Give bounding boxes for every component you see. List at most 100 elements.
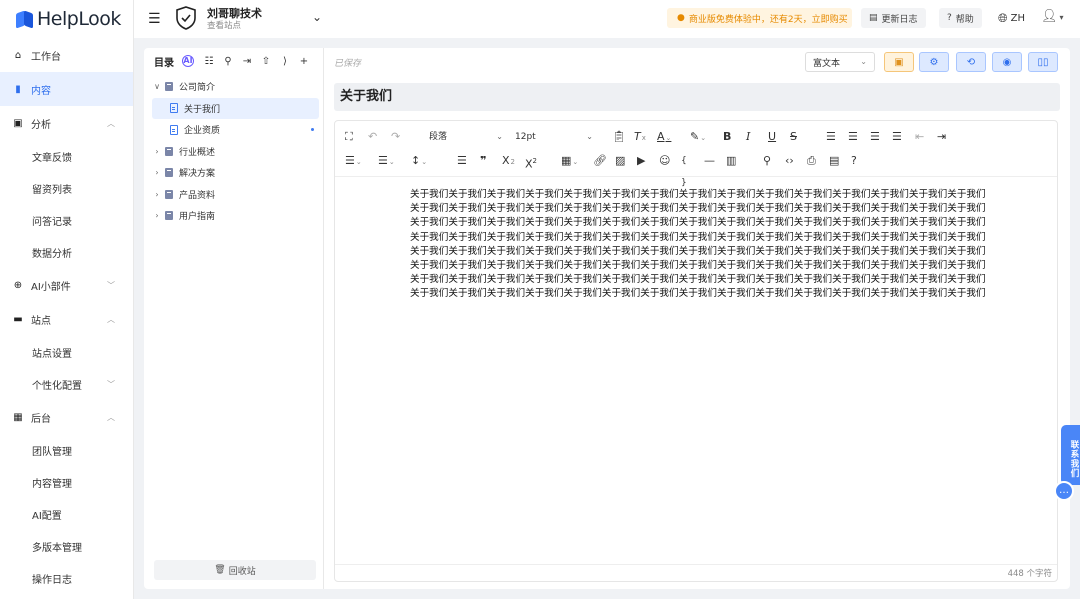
indent-icon[interactable]: ⇥	[937, 126, 946, 148]
sidebar-item-site-settings[interactable]: 站点设置	[0, 336, 133, 368]
undo-icon[interactable]: ↶	[368, 126, 377, 148]
export-icon[interactable]: ⇥	[239, 56, 255, 67]
recycle-bin-button[interactable]: 🗑︎ 回收站	[154, 560, 316, 580]
sidebar-item-backend[interactable]: ▦ 后台 ︿	[0, 400, 133, 434]
tree-item-company-intro[interactable]: ∨ 公司简介	[152, 76, 319, 98]
chevron-down-icon[interactable]: ⌄	[312, 10, 322, 24]
align-center-icon[interactable]: ☰	[848, 126, 858, 148]
add-icon[interactable]: +	[296, 56, 312, 67]
superscript-icon[interactable]: X2	[525, 150, 537, 172]
sidebar-item-ai-config[interactable]: AI配置	[0, 498, 133, 530]
language-switch[interactable]: 🌐︎ ZH	[998, 11, 1025, 26]
ai-assistant-icon[interactable]: AI	[182, 55, 194, 67]
bullet-list-icon[interactable]: ☰⌄	[345, 150, 362, 172]
sidebar-item-leads[interactable]: 留资列表	[0, 172, 133, 204]
image-icon[interactable]: ▨	[615, 150, 625, 172]
paragraph-style-select[interactable]: 段落 ⌄	[429, 126, 503, 148]
search-icon[interactable]: ⚲	[763, 150, 771, 172]
sidebar-item-label: 文章反馈	[32, 152, 72, 164]
checklist-icon[interactable]: ☷	[201, 56, 217, 67]
sidebar-item-content[interactable]: ▮ 内容	[0, 72, 133, 106]
fullscreen-icon[interactable]: ⛶	[345, 126, 353, 148]
view-site-link[interactable]: 查看站点	[207, 19, 241, 31]
sidebar-item-team[interactable]: 团队管理	[0, 434, 133, 466]
strikethrough-icon[interactable]: S	[790, 126, 797, 148]
promo-banner[interactable]: ● 商业版免费体验中，还有2天，立即购买	[667, 8, 852, 28]
sidebar-item-personalization[interactable]: 个性化配置 ﹀	[0, 368, 133, 400]
chevron-down-icon[interactable]: ∨	[152, 82, 162, 91]
clear-format-icon[interactable]: Tx	[634, 126, 646, 148]
document-icon: ▤	[869, 13, 878, 23]
document-title[interactable]: 关于我们	[334, 83, 1060, 111]
sidebar-item-operation-log[interactable]: 操作日志	[0, 562, 133, 594]
highlight-icon[interactable]: ✎⌄	[690, 126, 706, 148]
contact-us-tab[interactable]: 联系我们	[1061, 425, 1080, 485]
align-left-icon[interactable]: ☰	[826, 126, 836, 148]
table-icon[interactable]: ▦⌄	[561, 150, 578, 172]
code-inline-icon[interactable]: { }	[681, 150, 687, 188]
tree-item-product-docs[interactable]: › 产品资料	[152, 184, 319, 206]
sidebar-item-article-feedback[interactable]: 文章反馈	[0, 140, 133, 172]
editor-content[interactable]: 关于我们关于我们关于我们关于我们关于我们关于我们关于我们关于我们关于我们关于我们…	[410, 188, 990, 302]
emoji-icon[interactable]: ☺	[659, 150, 670, 172]
tree-item-solutions[interactable]: › 解决方案	[152, 162, 319, 184]
chevron-right-icon[interactable]: ›	[152, 147, 162, 156]
code-icon[interactable]: ‹›	[785, 150, 794, 172]
upload-cloud-icon[interactable]: ⇧	[258, 56, 274, 67]
font-size-select[interactable]: 12pt ⌄	[515, 126, 593, 148]
tree-item-qualifications[interactable]: 企业资质	[152, 119, 319, 141]
settings-button[interactable]: ⚙	[919, 52, 949, 72]
sidebar-item-versions[interactable]: 多版本管理	[0, 530, 133, 562]
subscript-icon[interactable]: X2	[502, 150, 515, 172]
align-right-icon[interactable]: ☰	[870, 126, 880, 148]
horizontal-rule-icon[interactable]: —	[704, 150, 715, 172]
collapse-icon[interactable]: ⟩	[277, 56, 293, 67]
tree-item-about-us[interactable]: 关于我们	[152, 97, 319, 119]
quote-icon[interactable]: ❞	[480, 150, 486, 172]
block-indent-icon[interactable]: ☰	[457, 150, 467, 172]
underline-icon[interactable]: U	[768, 126, 776, 148]
user-menu[interactable]: 👤︎ ▾	[1041, 9, 1064, 24]
video-icon[interactable]: ▶	[637, 150, 645, 172]
outdent-icon[interactable]: ⇤	[915, 126, 924, 148]
sidebar-item-analytics[interactable]: ▣ 分析 ︿	[0, 106, 133, 140]
history-button[interactable]: ⟲	[956, 52, 986, 72]
page-break-icon[interactable]: ▥	[726, 150, 736, 172]
help-label: 帮助	[955, 14, 974, 25]
help-button[interactable]: ? 帮助	[939, 8, 982, 28]
font-color-icon[interactable]: A⌄	[657, 126, 671, 148]
preview-button[interactable]: ◉	[992, 52, 1022, 72]
chevron-right-icon[interactable]: ›	[152, 211, 162, 220]
paste-format-icon[interactable]: 📋︎	[612, 126, 626, 148]
draft-button[interactable]: ▣	[884, 52, 914, 72]
tree-item-industry[interactable]: › 行业概述	[152, 141, 319, 163]
sidebar-item-site[interactable]: ▬ 站点 ︿	[0, 302, 133, 336]
logo[interactable]: HelpLook	[0, 0, 133, 38]
word-count-icon[interactable]: ▤	[829, 150, 839, 172]
search-icon[interactable]: ⚲	[220, 56, 236, 67]
sidebar-item-ai-widget[interactable]: ⊕ AI小部件 ﹀	[0, 268, 133, 302]
publish-button[interactable]: ▯▯	[1028, 52, 1058, 72]
bold-icon[interactable]: B	[723, 126, 731, 148]
print-icon[interactable]: ⎙	[807, 150, 816, 172]
line-height-icon[interactable]: ↕⌄	[411, 150, 427, 172]
help-icon[interactable]: ?	[851, 150, 857, 172]
chat-icon[interactable]: …	[1054, 481, 1074, 501]
chevron-right-icon[interactable]: ›	[152, 190, 162, 199]
numbered-list-icon[interactable]: ☰⌄	[378, 150, 395, 172]
italic-icon[interactable]: I	[746, 126, 750, 148]
site-shield-icon	[176, 6, 196, 30]
tree-item-user-guide[interactable]: › 用户指南	[152, 205, 319, 227]
link-icon[interactable]: 🔗︎	[593, 150, 607, 172]
redo-icon[interactable]: ↷	[391, 126, 400, 148]
chevron-right-icon[interactable]: ›	[152, 168, 162, 177]
sidebar-item-qa-records[interactable]: 问答记录	[0, 204, 133, 236]
align-justify-icon[interactable]: ☰	[892, 126, 902, 148]
sidebar-item-workbench[interactable]: ⌂ 工作台	[0, 38, 133, 72]
editor-mode-select[interactable]: 富文本 ⌄	[805, 52, 875, 72]
changelog-button[interactable]: ▤ 更新日志	[861, 8, 926, 28]
sidebar-item-data-analysis[interactable]: 数据分析	[0, 236, 133, 268]
menu-collapse-icon[interactable]: ☰	[148, 11, 161, 27]
sidebar-item-content-management[interactable]: 内容管理	[0, 466, 133, 498]
document-icon	[170, 103, 178, 114]
